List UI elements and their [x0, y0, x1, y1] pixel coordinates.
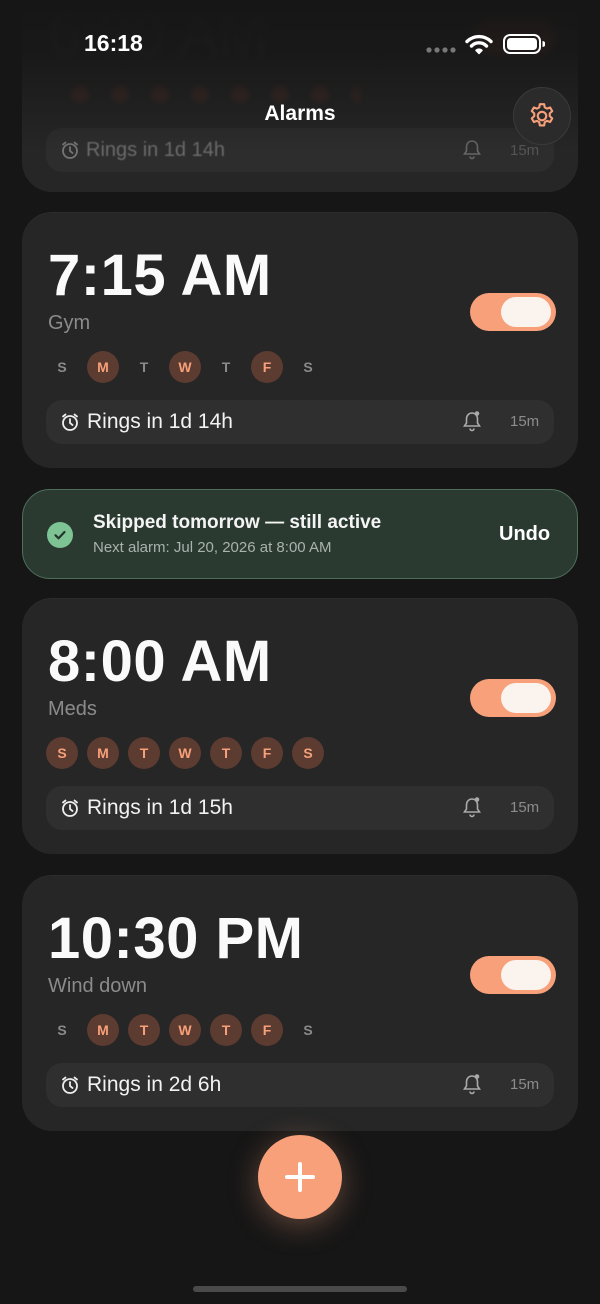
day-friday[interactable]: F — [251, 1014, 283, 1046]
toggle-knob — [501, 960, 551, 990]
next-ring-info: Rings in 2d 6h 15m — [46, 1063, 554, 1107]
day-monday[interactable]: M — [87, 737, 119, 769]
toggle-knob — [501, 297, 551, 327]
next-ring-info: Rings in 1d 14h 15m — [46, 128, 554, 172]
skip-confirmation-toast: Skipped tomorrow — still active Next ala… — [22, 489, 578, 579]
alarm-clock-icon — [62, 1076, 78, 1094]
alarm-time: 8:00 AM — [48, 629, 272, 694]
day-sunday[interactable]: S — [46, 351, 78, 383]
snooze-minutes: 15m — [510, 413, 540, 430]
day-thursday[interactable]: T — [210, 1014, 242, 1046]
snooze-bell-icon — [463, 797, 481, 818]
alarm-label: Gym — [48, 312, 91, 334]
alarm-toggle[interactable] — [470, 956, 556, 994]
add-alarm-button[interactable] — [258, 1135, 342, 1219]
snooze-bell-icon — [463, 140, 481, 160]
next-ring-info: Rings in 1d 14h 15m — [46, 400, 554, 444]
day-thursday[interactable]: T — [210, 351, 242, 383]
day-saturday[interactable]: S — [292, 351, 324, 383]
toast-subtitle: Next alarm: Jul 20, 2026 at 8:00 AM — [93, 539, 332, 556]
snooze-bell-icon — [463, 1074, 481, 1095]
wifi-icon — [465, 34, 493, 55]
cellular-signal-icon — [426, 47, 456, 53]
settings-button[interactable] — [513, 87, 571, 145]
ring-countdown: Rings in 1d 14h — [86, 139, 225, 161]
alarm-card[interactable]: 8:00 AM Meds S M T W T F S Rings in 1d 1… — [22, 598, 578, 854]
alarm-label: Wind down — [48, 975, 147, 997]
alarm-clock-icon — [62, 799, 78, 817]
alarm-toggle[interactable] — [470, 293, 556, 331]
snooze-minutes: 15m — [510, 142, 540, 159]
day-wednesday[interactable]: W — [169, 1014, 201, 1046]
day-tuesday[interactable]: T — [128, 737, 160, 769]
snooze-minutes: 15m — [510, 799, 540, 816]
alarm-toggle[interactable] — [470, 679, 556, 717]
alarm-card[interactable]: 10:30 PM Wind down S M T W T F S Rings i… — [22, 875, 578, 1131]
page-title: Alarms — [264, 102, 336, 125]
alarm-card[interactable]: 7:15 AM Gym S M T W T F S Rings in 1d 14… — [22, 212, 578, 468]
check-circle-icon — [47, 522, 73, 548]
alarm-clock-icon — [62, 141, 78, 159]
day-wednesday[interactable]: W — [169, 351, 201, 383]
day-friday[interactable]: F — [251, 351, 283, 383]
battery-icon — [503, 34, 545, 54]
plus-icon — [285, 1162, 315, 1192]
day-monday[interactable]: M — [87, 1014, 119, 1046]
snooze-minutes: 15m — [510, 1076, 540, 1093]
ring-countdown: Rings in 1d 14h — [87, 410, 233, 433]
day-thursday[interactable]: T — [210, 737, 242, 769]
ring-countdown: Rings in 1d 15h — [87, 796, 233, 819]
day-friday[interactable]: F — [251, 737, 283, 769]
gear-icon — [530, 103, 554, 127]
snooze-bell-icon — [463, 411, 481, 432]
status-bar: 16:18 — [0, 0, 600, 80]
day-wednesday[interactable]: W — [169, 737, 201, 769]
day-monday[interactable]: M — [87, 351, 119, 383]
home-indicator — [193, 1286, 407, 1292]
weekday-selector — [60, 84, 360, 104]
toggle-knob — [501, 683, 551, 713]
toast-title: Skipped tomorrow — still active — [93, 512, 382, 533]
alarm-time: 7:15 AM — [48, 243, 272, 308]
alarm-label: Meds — [48, 698, 97, 720]
next-ring-info: Rings in 1d 15h 15m — [46, 786, 554, 830]
day-saturday[interactable]: S — [292, 737, 324, 769]
ring-countdown: Rings in 2d 6h — [87, 1073, 222, 1096]
day-sunday[interactable]: S — [46, 737, 78, 769]
alarm-time: 10:30 PM — [48, 906, 304, 971]
day-tuesday[interactable]: T — [128, 1014, 160, 1046]
alarm-clock-icon — [62, 413, 78, 431]
day-saturday[interactable]: S — [292, 1014, 324, 1046]
day-sunday[interactable]: S — [46, 1014, 78, 1046]
undo-button[interactable]: Undo — [499, 523, 550, 546]
status-time: 16:18 — [84, 30, 143, 56]
day-tuesday[interactable]: T — [128, 351, 160, 383]
